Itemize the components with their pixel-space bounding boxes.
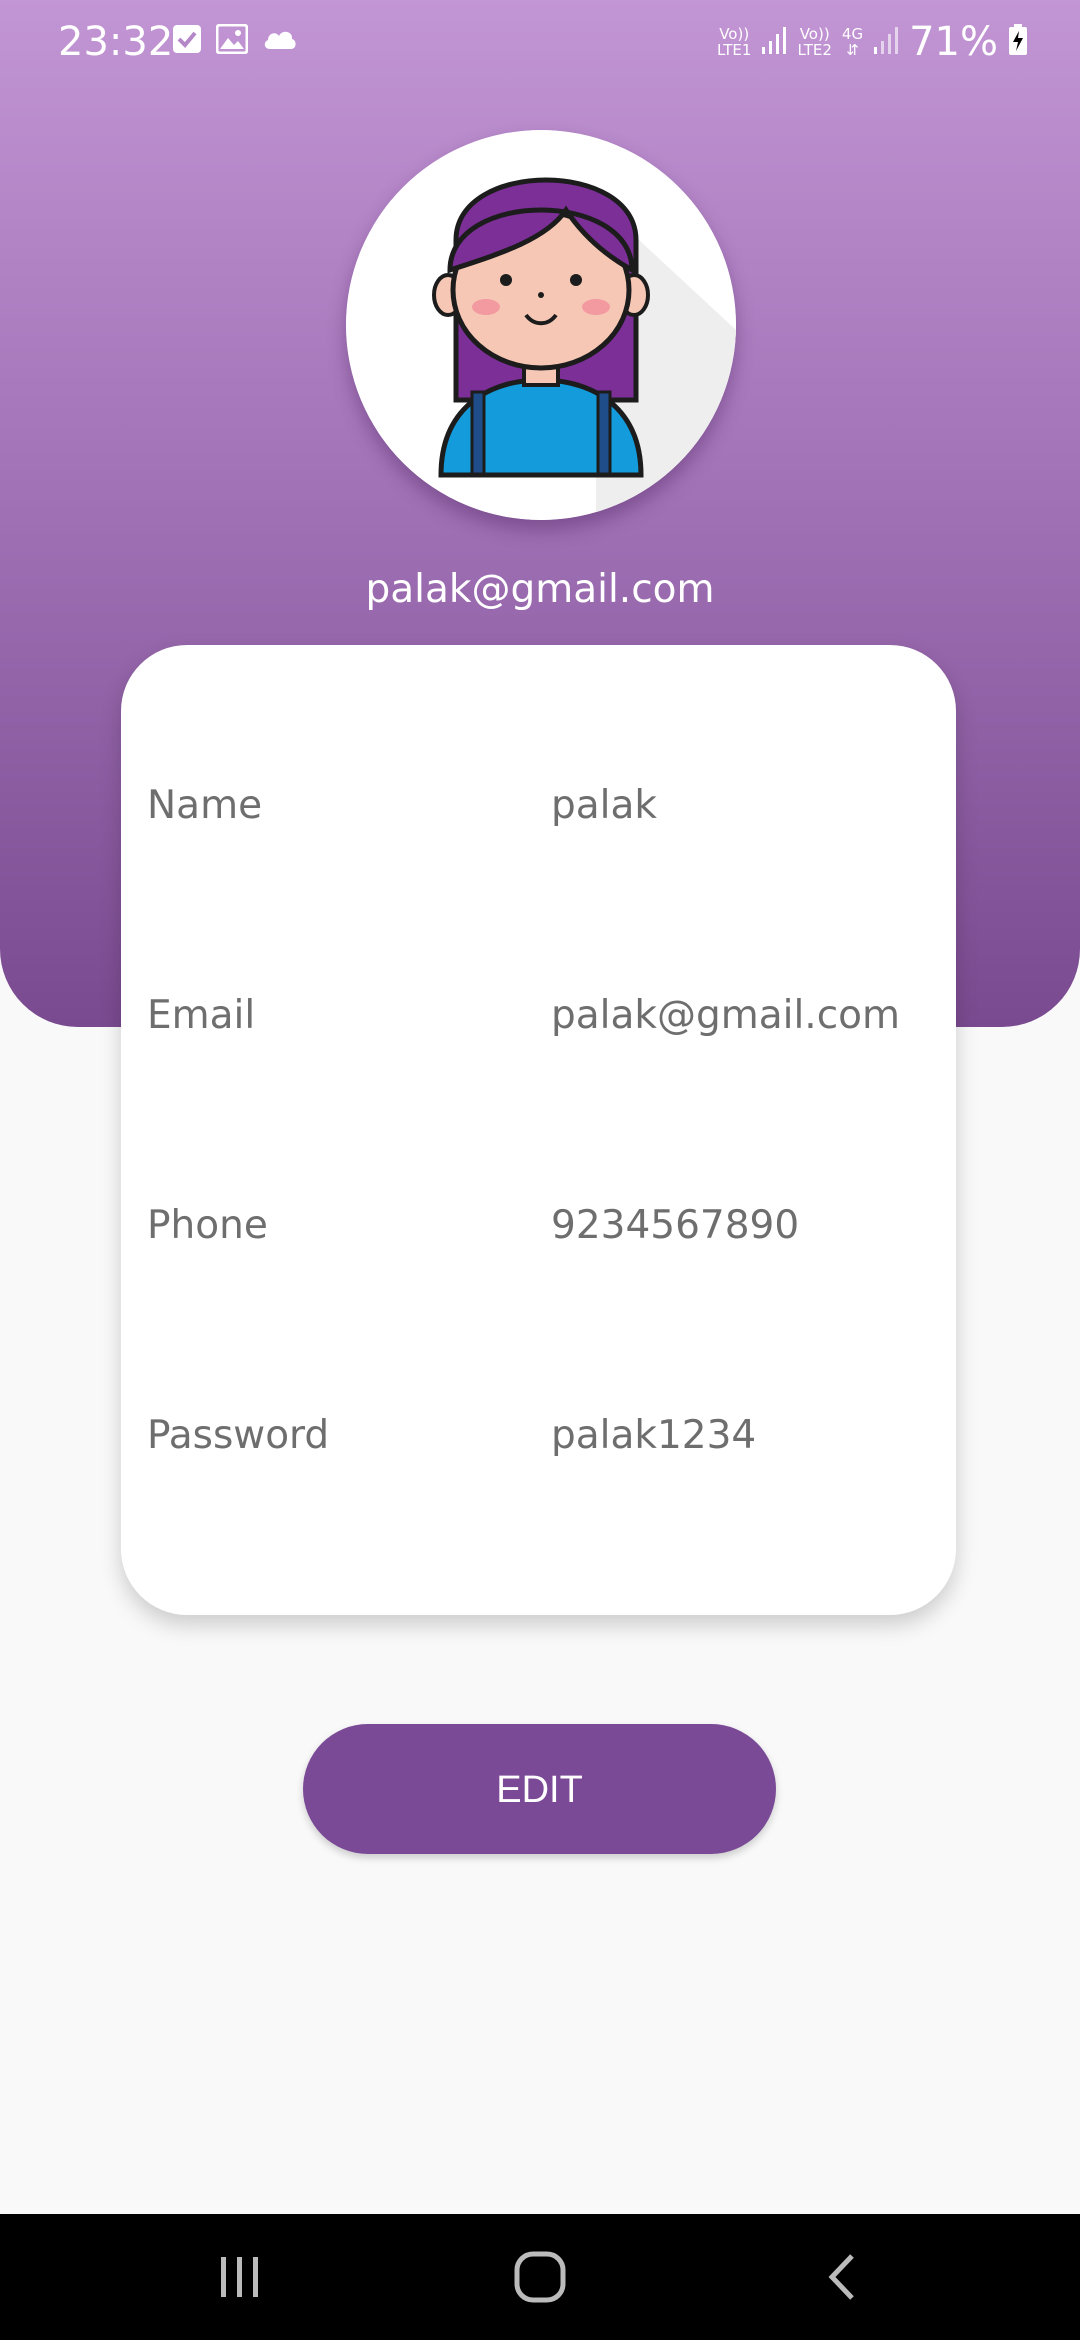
sim2-lte-text: LTE2 (797, 41, 832, 59)
status-notification-icons (172, 23, 298, 58)
recent-apps-icon (221, 2257, 258, 2297)
back-button[interactable] (742, 2214, 942, 2340)
network-type-text: 4G (841, 25, 864, 43)
avatar (346, 130, 736, 520)
network-type: 4G ⇵ (842, 26, 863, 58)
status-bar: 23:32 Vo)) LTE1 Vo)) LTE2 4G ⇵ 71% (0, 0, 1080, 84)
detail-row-password: Password palak1234 (121, 1401, 956, 1471)
home-button[interactable] (440, 2214, 640, 2340)
sim2-label: Vo)) LTE2 (797, 26, 831, 58)
email-label: Email (147, 993, 256, 1038)
girl-avatar-icon (346, 130, 736, 520)
signal-icon (873, 25, 899, 59)
detail-row-name: Name palak (121, 771, 956, 841)
name-label: Name (147, 783, 263, 828)
password-value: palak1234 (551, 1413, 757, 1458)
status-time: 23:32 (58, 19, 174, 65)
detail-row-email: Email palak@gmail.com (121, 981, 956, 1051)
email-value: palak@gmail.com (551, 993, 900, 1038)
phone-value: 9234567890 (551, 1203, 800, 1248)
image-icon (215, 23, 249, 58)
edit-button[interactable]: EDIT (303, 1724, 776, 1854)
recent-apps-button[interactable] (140, 2214, 340, 2340)
profile-email: palak@gmail.com (365, 567, 715, 612)
status-system-indicators: Vo)) LTE1 Vo)) LTE2 4G ⇵ 71% (717, 14, 1028, 70)
signal-icon (761, 25, 787, 59)
detail-row-phone: Phone 9234567890 (121, 1191, 956, 1261)
sim1-volte-text: Vo)) (719, 25, 750, 43)
sim1-lte-text: LTE1 (716, 41, 752, 59)
cloud-icon (262, 27, 298, 55)
data-arrows-icon: ⇵ (846, 41, 859, 59)
name-value: palak (551, 783, 657, 828)
back-icon (828, 2254, 854, 2300)
phone-label: Phone (147, 1203, 268, 1248)
sim1-label: Vo)) LTE1 (717, 26, 751, 58)
battery-percent: 71% (909, 19, 998, 65)
profile-details-card: Name palak Email palak@gmail.com Phone 9… (121, 645, 956, 1615)
sim2-volte-text: Vo)) (799, 25, 830, 43)
password-label: Password (147, 1413, 330, 1458)
check-box-icon (172, 24, 202, 58)
battery-charging-icon (1008, 24, 1028, 60)
home-icon (514, 2251, 566, 2303)
navigation-bar (0, 2214, 1080, 2340)
